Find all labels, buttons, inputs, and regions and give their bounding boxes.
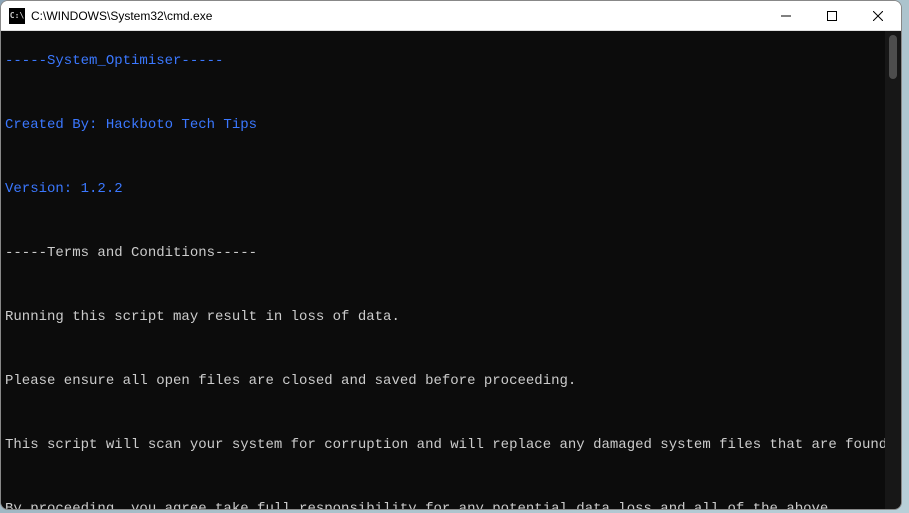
window-title: C:\WINDOWS\System32\cmd.exe [31, 9, 763, 23]
cmd-icon: C:\ [9, 8, 25, 24]
maximize-icon [827, 11, 837, 21]
terminal-output[interactable]: -----System_Optimiser----- Created By: H… [1, 31, 885, 510]
minimize-icon [781, 11, 791, 21]
scrollbar-thumb[interactable] [889, 35, 897, 79]
maximize-button[interactable] [809, 1, 855, 30]
window-controls [763, 1, 901, 30]
tc-line: By proceeding, you agree take full respo… [5, 501, 881, 510]
tc-header-line: -----Terms and Conditions----- [5, 245, 881, 261]
cmd-window: C:\ C:\WINDOWS\System32\cmd.exe -----Sys… [0, 0, 902, 510]
scrollbar[interactable] [885, 31, 901, 510]
blank-line [5, 149, 881, 165]
tc-line: Please ensure all open files are closed … [5, 373, 881, 389]
tc-line: This script will scan your system for co… [5, 437, 881, 453]
blank-line [5, 277, 881, 293]
blank-line [5, 213, 881, 229]
author-line: Created By: Hackboto Tech Tips [5, 117, 881, 133]
blank-line [5, 341, 881, 357]
header-line: -----System_Optimiser----- [5, 53, 881, 69]
titlebar[interactable]: C:\ C:\WINDOWS\System32\cmd.exe [1, 1, 901, 31]
blank-line [5, 405, 881, 421]
blank-line [5, 85, 881, 101]
tc-line: Running this script may result in loss o… [5, 309, 881, 325]
minimize-button[interactable] [763, 1, 809, 30]
blank-line [5, 469, 881, 485]
close-button[interactable] [855, 1, 901, 30]
close-icon [873, 11, 883, 21]
version-line: Version: 1.2.2 [5, 181, 881, 197]
terminal-area: -----System_Optimiser----- Created By: H… [1, 31, 901, 510]
